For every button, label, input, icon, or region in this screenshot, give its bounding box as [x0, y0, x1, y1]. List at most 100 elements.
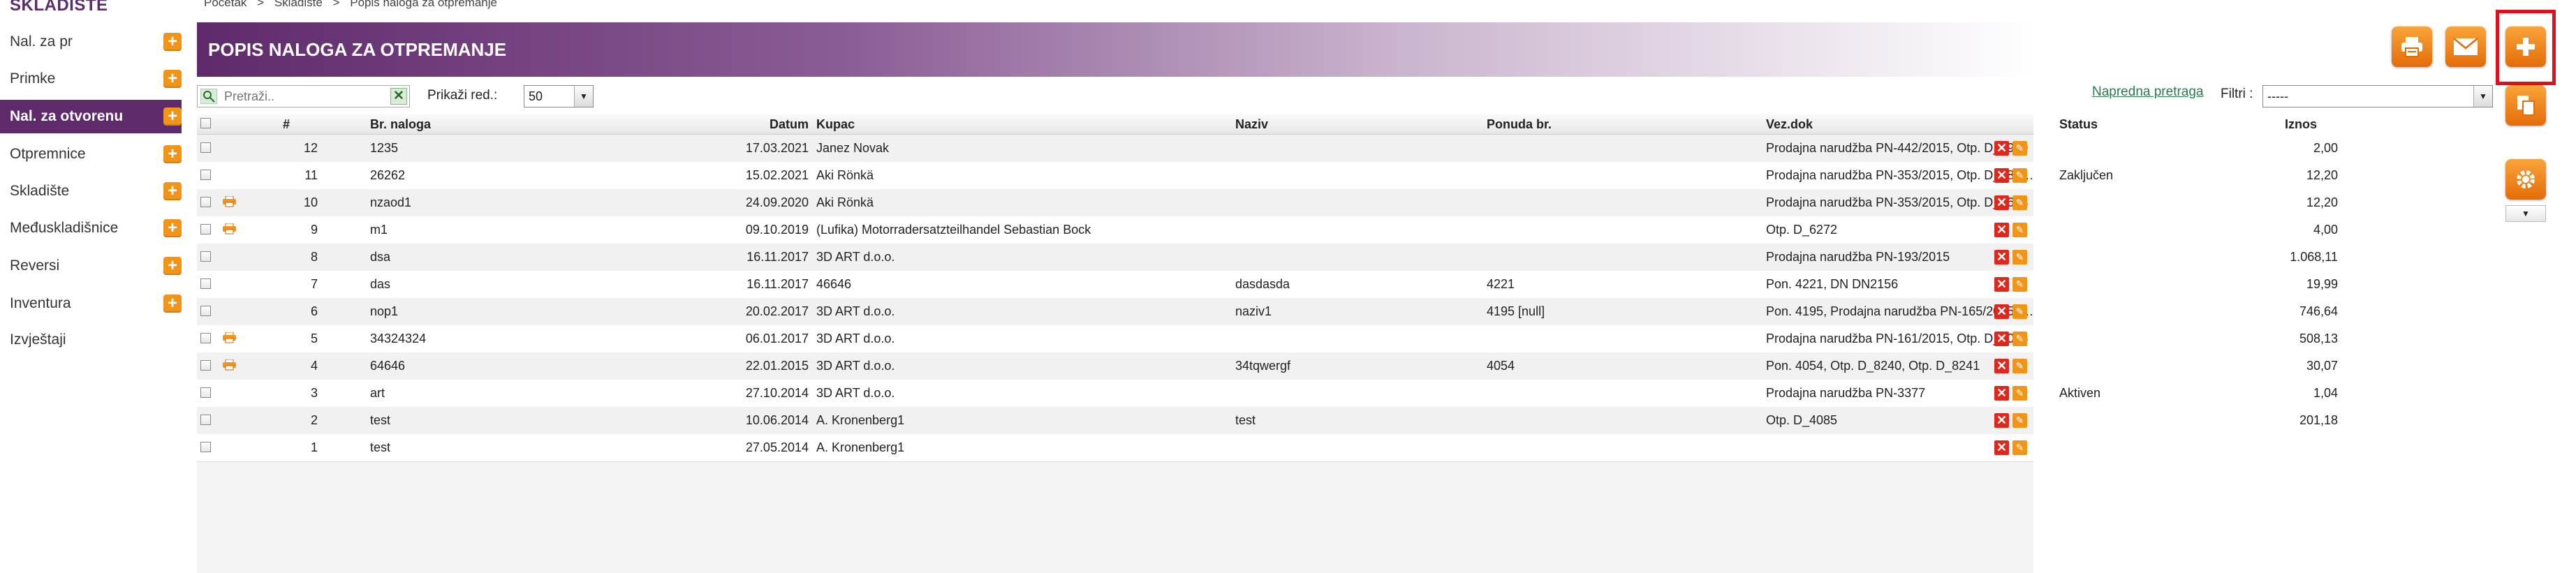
col-header-kupac[interactable]: Kupac: [816, 117, 855, 132]
edit-icon[interactable]: ✎: [2012, 386, 2027, 401]
table-row[interactable]: 5 34324324 06.01.2017 3D ART d.o.o. Prodajna…: [197, 325, 2338, 353]
filter-label: Filtri :: [2221, 87, 2253, 101]
table-row[interactable]: 9 m1 09.10.2019 (Lufika) Motorradersatzteil…: [197, 216, 2338, 244]
advanced-search-link[interactable]: Napredna pretraga: [2092, 84, 2204, 100]
row-checkbox[interactable]: [200, 387, 211, 398]
cell-iznos: 1.068,11: [2290, 250, 2338, 264]
add-icon[interactable]: +: [163, 219, 182, 237]
breadcrumb-home[interactable]: Početak: [204, 0, 246, 9]
sidebar-item[interactable]: Reversi +: [0, 249, 182, 283]
settings-dropdown-toggle[interactable]: ▼: [2505, 205, 2546, 222]
col-header-status[interactable]: Status: [2059, 117, 2098, 132]
col-header-naziv[interactable]: Naziv: [1235, 117, 1268, 132]
table-row[interactable]: 10 nzaod1 24.09.2020 Aki Rönkä Prodajna naru…: [197, 189, 2338, 217]
delete-icon[interactable]: ✕: [1994, 386, 2009, 401]
add-icon[interactable]: +: [163, 145, 182, 163]
delete-icon[interactable]: ✕: [1994, 168, 2009, 183]
table-row[interactable]: 4 64646 22.01.2015 3D ART d.o.o. 34tqwergf 40…: [197, 352, 2338, 380]
cell-num: 5: [310, 332, 318, 345]
col-header-vezdok[interactable]: Vez.dok: [1766, 117, 1813, 132]
cell-iznos: 1,04: [2313, 386, 2338, 400]
sidebar-item[interactable]: Međuskladišnice +: [0, 211, 182, 245]
add-icon[interactable]: +: [163, 107, 182, 126]
table-row[interactable]: 8 dsa 16.11.2017 3D ART d.o.o. Prodajna naru…: [197, 244, 2338, 271]
cell-iznos: 2,00: [2313, 141, 2338, 155]
col-header-iznos[interactable]: Iznos: [2285, 117, 2317, 132]
row-checkbox[interactable]: [200, 360, 211, 371]
add-icon[interactable]: +: [163, 257, 182, 275]
email-button[interactable]: [2445, 27, 2486, 67]
row-checkbox[interactable]: [200, 278, 211, 289]
sidebar-item[interactable]: Skladište +: [0, 174, 182, 208]
col-header-br-naloga[interactable]: Br. naloga: [370, 117, 431, 132]
edit-icon[interactable]: ✎: [2012, 195, 2027, 210]
table-row[interactable]: 1 test 27.05.2014 A. Kronenberg1 ✕ ✎: [197, 434, 2033, 462]
edit-icon[interactable]: ✎: [2012, 277, 2027, 292]
filter-select[interactable]: ----- ▼: [2262, 85, 2493, 107]
edit-icon[interactable]: ✎: [2012, 250, 2027, 265]
row-checkbox[interactable]: [200, 333, 211, 343]
table-row[interactable]: 6 nop1 20.02.2017 3D ART d.o.o. naziv1 4195 […: [197, 298, 2338, 326]
delete-icon[interactable]: ✕: [1994, 440, 2009, 455]
edit-icon[interactable]: ✎: [2012, 359, 2027, 373]
copy-button[interactable]: [2505, 85, 2546, 126]
edit-icon[interactable]: ✎: [2012, 223, 2027, 237]
table-row[interactable]: 2 test 10.06.2014 A. Kronenberg1 test Otp. D_…: [197, 407, 2338, 435]
sidebar-item[interactable]: Inventura +: [0, 287, 182, 320]
row-checkbox[interactable]: [200, 197, 211, 207]
print-button[interactable]: [2392, 27, 2432, 67]
cell-datum: 16.11.2017: [746, 277, 809, 291]
search-input[interactable]: [223, 87, 379, 105]
delete-icon[interactable]: ✕: [1994, 304, 2009, 319]
edit-icon[interactable]: ✎: [2012, 304, 2027, 319]
row-checkbox[interactable]: [200, 251, 211, 262]
col-header-datum[interactable]: Datum: [739, 117, 809, 132]
sidebar-item-label: Izvještaji: [10, 332, 66, 348]
sidebar-item[interactable]: Nal. za otvorenu +: [0, 100, 182, 133]
delete-icon[interactable]: ✕: [1994, 250, 2009, 265]
add-icon[interactable]: +: [163, 70, 182, 88]
edit-icon[interactable]: ✎: [2012, 413, 2027, 428]
col-header-ponuda[interactable]: Ponuda br.: [1487, 117, 1552, 132]
delete-icon[interactable]: ✕: [1994, 277, 2009, 292]
rows-per-page-select[interactable]: 50 ▼: [524, 85, 594, 107]
row-checkbox[interactable]: [200, 415, 211, 425]
col-header-num[interactable]: #: [283, 117, 290, 132]
edit-icon[interactable]: ✎: [2012, 141, 2027, 156]
row-checkbox[interactable]: [200, 224, 211, 235]
delete-icon[interactable]: ✕: [1994, 413, 2009, 428]
cell-kupac: 46646: [816, 277, 852, 291]
cell-br-naloga: dsa: [370, 250, 391, 264]
delete-icon[interactable]: ✕: [1994, 195, 2009, 210]
add-icon[interactable]: +: [163, 33, 182, 51]
row-checkbox[interactable]: [200, 142, 211, 153]
sidebar-item[interactable]: Nal. za pr +: [0, 25, 182, 59]
table-row[interactable]: 7 das 16.11.2017 46646 dasdasda 4221 Pon. 4221…: [197, 271, 2338, 299]
sidebar-item[interactable]: Otpremnice +: [0, 137, 182, 171]
search-field[interactable]: ✕: [197, 85, 410, 107]
table-row[interactable]: 11 26262 15.02.2021 Aki Rönkä Prodajna narud…: [197, 162, 2338, 190]
sidebar-item[interactable]: Primke +: [0, 62, 182, 96]
cell-br-naloga: m1: [370, 223, 388, 237]
add-icon[interactable]: +: [163, 295, 182, 313]
delete-icon[interactable]: ✕: [1994, 332, 2009, 346]
sidebar-item[interactable]: Izvještaji: [0, 323, 182, 357]
settings-button[interactable]: [2505, 159, 2546, 200]
cell-num: 10: [303, 195, 318, 209]
add-icon[interactable]: +: [163, 182, 182, 200]
delete-icon[interactable]: ✕: [1994, 359, 2009, 373]
breadcrumb-skladiste[interactable]: Skladište: [274, 0, 323, 9]
delete-icon[interactable]: ✕: [1994, 141, 2009, 156]
row-checkbox[interactable]: [200, 306, 211, 316]
row-checkbox[interactable]: [200, 170, 211, 180]
table-row[interactable]: 3 art 27.10.2014 3D ART d.o.o. Prodajna naru…: [197, 380, 2338, 408]
table-row[interactable]: 12 1235 17.03.2021 Janez Novak Prodajna naru…: [197, 135, 2338, 163]
delete-icon[interactable]: ✕: [1994, 223, 2009, 237]
row-checkbox[interactable]: [200, 442, 211, 452]
edit-icon[interactable]: ✎: [2012, 332, 2027, 346]
edit-icon[interactable]: ✎: [2012, 440, 2027, 455]
edit-icon[interactable]: ✎: [2012, 168, 2027, 183]
select-all-checkbox[interactable]: [200, 118, 211, 128]
clear-search-button[interactable]: ✕: [390, 88, 407, 105]
sidebar-item-label: Otpremnice: [10, 146, 86, 162]
